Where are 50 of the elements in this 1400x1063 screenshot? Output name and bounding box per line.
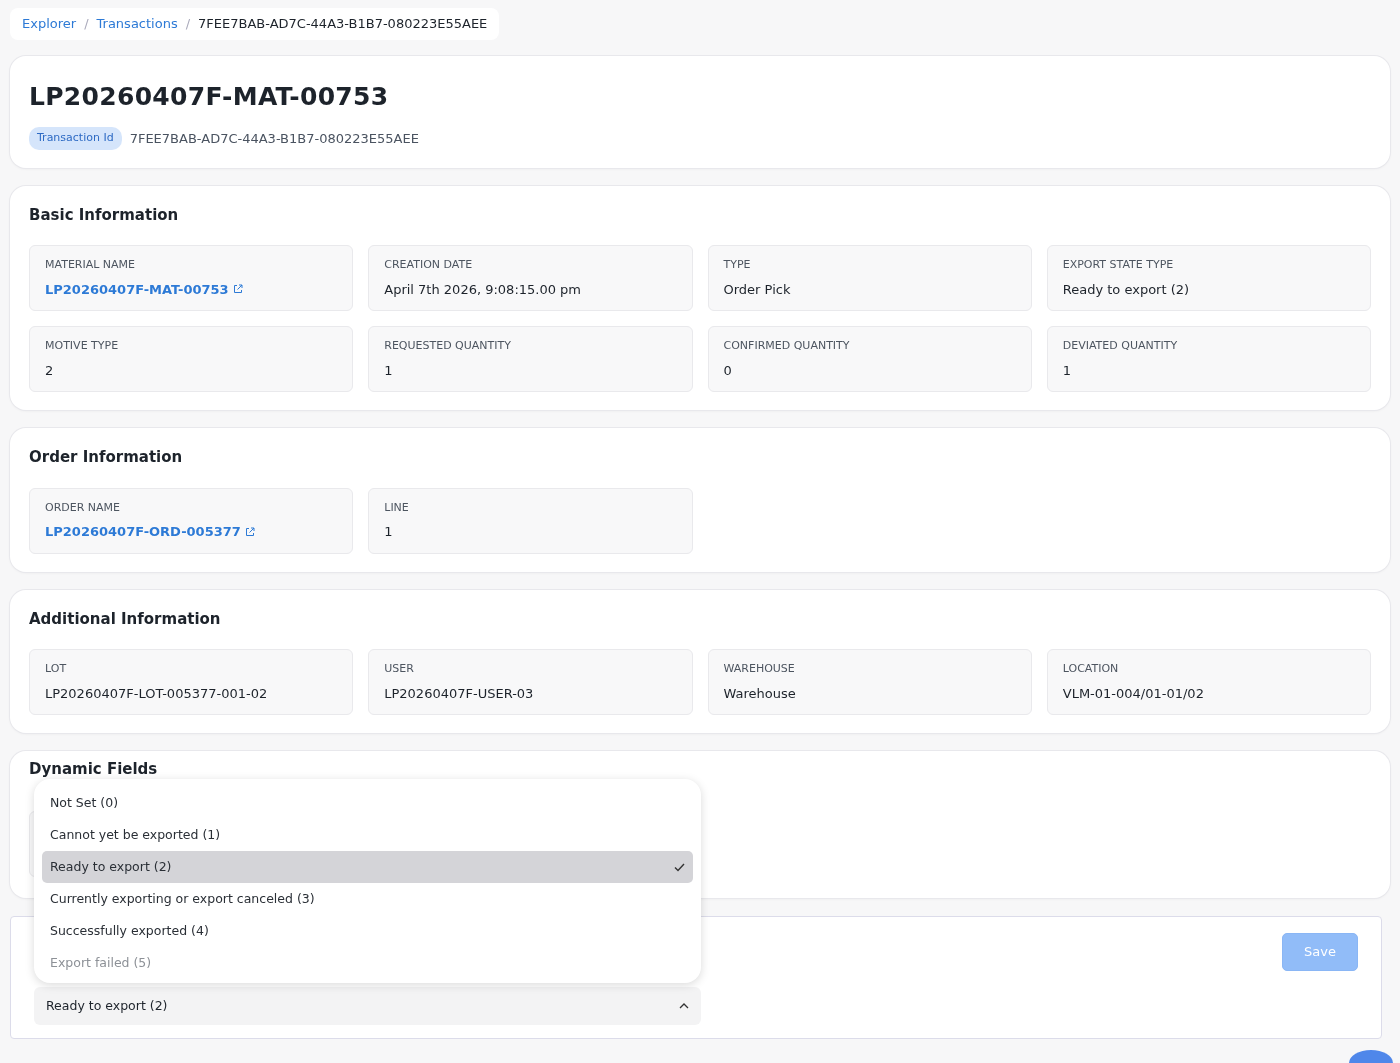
section-title: Basic Information: [29, 204, 180, 226]
floating-action-button[interactable]: [1349, 1050, 1393, 1063]
breadcrumb-separator: /: [84, 15, 89, 33]
field-label: LOCATION: [1062, 661, 1120, 677]
dropdown-option[interactable]: Successfully exported (4): [42, 915, 693, 947]
field-value: 1: [384, 524, 393, 539]
field-link[interactable]: LP20260407F-ORD-005377: [45, 522, 241, 542]
field-label: USER: [384, 661, 415, 677]
dropdown-option[interactable]: Cannot yet be exported (1): [42, 819, 693, 851]
breadcrumb-separator: /: [185, 15, 191, 33]
breadcrumb-current: 7FEE7BAB-AD7C-44A3-B1B7-080223E55AEE: [198, 15, 488, 33]
breadcrumb-link[interactable]: Explorer: [22, 14, 77, 34]
field-label: ORDER NAME: [45, 499, 122, 516]
field-value: April 7th 2026, 9:08:15.00 pm: [384, 281, 582, 297]
check-icon: [674, 862, 685, 872]
field-value: Ready to export (2): [1062, 281, 1190, 297]
field-value: 2: [45, 362, 54, 378]
field-value: LP20260407F-LOT-005377-001-02: [45, 685, 268, 701]
field-label: LOT: [45, 661, 68, 677]
external-link-icon: [232, 284, 243, 295]
field-value: Warehouse: [723, 685, 796, 701]
page-title: LP20260407F-MAT-00753: [29, 80, 390, 113]
section-title: Dynamic Fields: [29, 759, 159, 780]
breadcrumb-link[interactable]: Transactions: [96, 14, 178, 34]
section-title: Order Information: [29, 447, 184, 468]
field-label: MOTIVE TYPE: [45, 338, 120, 354]
external-link-icon: [244, 526, 255, 537]
field-label: CREATION DATE: [384, 257, 474, 273]
transaction-id: 7FEE7BAB-AD7C-44A3-B1B7-080223E55AEE: [129, 129, 419, 148]
field-label: WAREHOUSE: [723, 661, 796, 677]
field-label: LINE: [384, 499, 410, 516]
field-value: 0: [723, 362, 732, 378]
dropdown-option[interactable]: Currently exporting or export canceled (3): [42, 883, 693, 915]
field-value: VLM-01-004/01-01/02: [1062, 685, 1204, 701]
field-value: 1: [384, 362, 393, 378]
dropdown-option[interactable]: Not Set (0): [42, 787, 693, 819]
field-value: LP20260407F-USER-03: [384, 685, 534, 701]
field-label: TYPE: [723, 257, 752, 273]
field-link[interactable]: LP20260407F-MAT-00753: [45, 279, 229, 299]
field-value: Order Pick: [723, 281, 791, 297]
id-badge: Transaction Id: [29, 127, 122, 150]
section-title: Additional Information: [29, 608, 222, 630]
field-label: DEVIATED QUANTITY: [1062, 338, 1179, 354]
field-label: CONFIRMED QUANTITY: [723, 338, 851, 354]
field-label: REQUESTED QUANTITY: [384, 338, 512, 354]
field-value: 1: [1062, 362, 1072, 378]
select-field[interactable]: Ready to export (2): [34, 987, 701, 1025]
dropdown-option[interactable]: Ready to export (2): [42, 851, 693, 883]
field-label: MATERIAL NAME: [45, 257, 137, 273]
field-label: EXPORT STATE TYPE: [1062, 257, 1175, 273]
